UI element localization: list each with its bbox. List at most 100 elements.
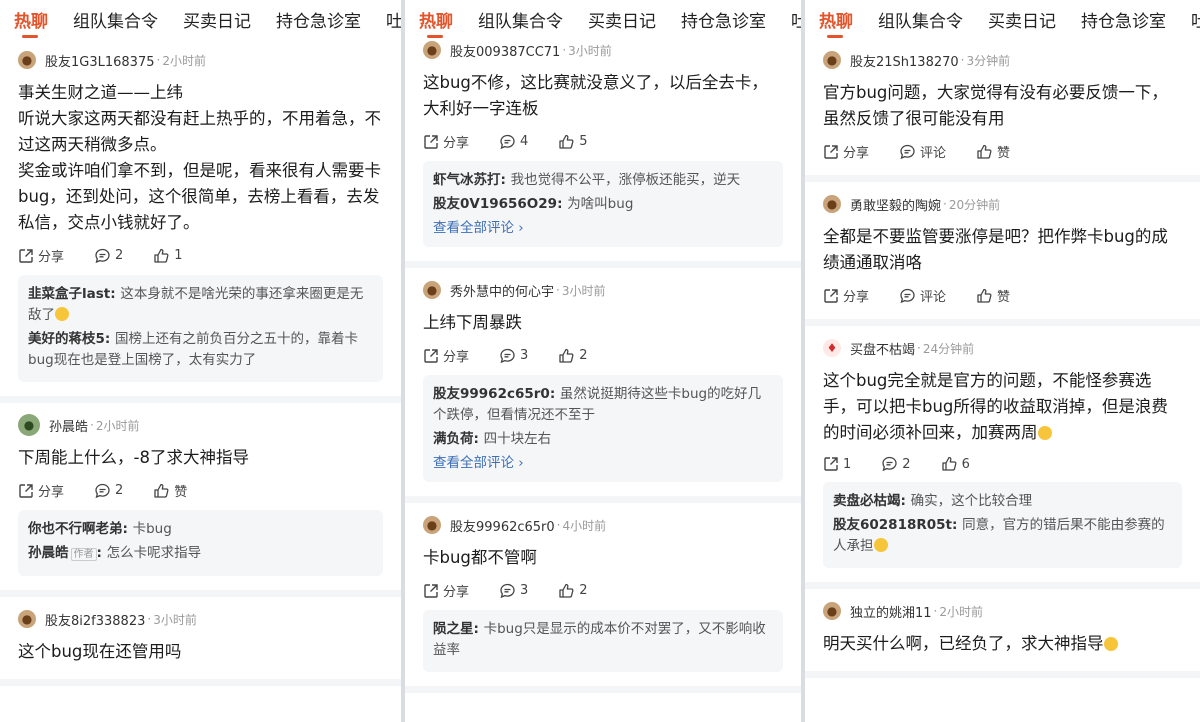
avatar-icon[interactable]: ♦ (823, 339, 841, 357)
share-button[interactable]: 1 (823, 456, 851, 472)
like-button[interactable]: 2 (558, 348, 588, 364)
content-text: 全都是不要监管要涨停是吧？把作弊卡bug的成绩通通取消咯 (823, 227, 1168, 272)
post-actions: 分享 3 2 (423, 346, 783, 365)
like-button[interactable]: 5 (558, 134, 588, 150)
commenter-name[interactable]: 股友602818R05t (833, 517, 952, 533)
avatar-icon[interactable]: ● (423, 41, 441, 59)
commenter-name[interactable]: 股友99962c65r0 (433, 386, 550, 402)
like-button[interactable]: 6 (941, 456, 970, 472)
avatar-icon[interactable]: ● (823, 195, 841, 213)
author-name[interactable]: 勇敢坚毅的陶婉 (850, 195, 941, 214)
comment-button-label: 评论 (920, 146, 947, 161)
comment-button[interactable]: 评论 (899, 142, 946, 161)
post-time: 2小时前 (95, 418, 140, 433)
post-content[interactable]: 事关生财之道——上纬 听说大家这两天都没有赶上热乎的，不用着急，不过这两天稍微多点… (18, 80, 383, 236)
tab-1[interactable]: 组队集合令 (478, 7, 563, 32)
post-content[interactable]: 上纬下周暴跌 (423, 310, 783, 336)
avatar-icon[interactable]: ● (18, 51, 36, 69)
share-icon (423, 583, 443, 599)
avatar-icon[interactable]: ● (423, 516, 441, 534)
thumbs-up-icon (976, 144, 997, 160)
feed-panel-middle: 热聊组队集合令买卖日记持仓急诊室吐槽●股友009387CC71 · 3小时前这b… (405, 0, 801, 722)
tab-4[interactable]: 吐槽 (791, 7, 801, 32)
post-card: ● 独立的姚湘11 · 2小时前 明天买什么啊，已经负了，求大神指导 (805, 589, 1200, 678)
post-content[interactable]: 下周能上什么，-8了求大神指导 (18, 445, 383, 471)
share-button[interactable]: 分享 (18, 246, 64, 265)
post-content[interactable]: 全都是不要监管要涨停是吧？把作弊卡bug的成绩通通取消咯 (823, 224, 1182, 276)
like-button[interactable]: 赞 (153, 481, 187, 500)
commenter-name[interactable]: 美好的蒋枝5 (28, 331, 105, 347)
share-button[interactable]: 分享 (423, 346, 469, 365)
tab-1[interactable]: 组队集合令 (73, 7, 158, 32)
tab-2[interactable]: 买卖日记 (588, 7, 656, 32)
commenter-name[interactable]: 卖盘必枯竭 (833, 493, 901, 509)
post-content[interactable]: 这个bug完全就是官方的问题，不能怪参赛选手，可以把卡bug所得的收益取消掉，但… (823, 368, 1182, 446)
commenter-name[interactable]: 股友0V19656O29 (433, 196, 557, 212)
like-button[interactable]: 赞 (976, 142, 1010, 161)
author-name[interactable]: 股友009387CC71 (450, 41, 560, 60)
comment-button[interactable]: 4 (499, 134, 528, 150)
post-content[interactable]: 这bug不修，这比赛就没意义了，以后全去卡，大利好一字连板 (423, 70, 783, 122)
comment-preview[interactable]: 陨之星: 卡bug只是显示的成本价不对罢了，又不影响收益率 (423, 610, 783, 672)
author-name[interactable]: 股友21Sh138270 (850, 51, 959, 70)
share-button[interactable]: 分享 (823, 142, 869, 161)
post-content[interactable]: 卡bug都不管啊 (423, 545, 783, 571)
tab-1[interactable]: 组队集合令 (878, 7, 963, 32)
commenter-name[interactable]: 孙晨皓 (28, 545, 69, 561)
like-button[interactable]: 赞 (976, 286, 1010, 305)
tab-3[interactable]: 持仓急诊室 (681, 7, 766, 32)
tab-2[interactable]: 买卖日记 (183, 7, 251, 32)
share-button[interactable]: 分享 (823, 286, 869, 305)
author-name[interactable]: 秀外慧中的何心宇 (450, 281, 554, 300)
post-content[interactable]: 明天买什么啊，已经负了，求大神指导 (823, 631, 1182, 657)
tab-4[interactable]: 吐槽 (386, 7, 401, 32)
tab-4[interactable]: 吐槽 (1191, 7, 1200, 32)
avatar-icon[interactable]: ● (823, 602, 841, 620)
avatar-icon[interactable]: ● (423, 281, 441, 299)
commenter-name[interactable]: 韭菜盒子last (28, 286, 110, 302)
tab-0[interactable]: 热聊 (14, 7, 48, 38)
post-content[interactable]: 这个bug现在还管用吗 (18, 639, 383, 665)
comment-preview[interactable]: 你也不行啊老弟: 卡bug 孙晨皓 作者: 怎么卡呢求指导 (18, 510, 383, 576)
view-all-comments-link[interactable]: 查看全部评论 › (433, 218, 773, 239)
tab-3[interactable]: 持仓急诊室 (1081, 7, 1166, 32)
author-name[interactable]: 孙晨皓 (49, 416, 88, 435)
comment-preview[interactable]: 韭菜盒子last: 这本身就不是啥光荣的事还拿来圈更是无敌了 美好的蒋枝5: 国榜… (18, 275, 383, 382)
comment-preview[interactable]: 卖盘必枯竭: 确实，这个比较合理 股友602818R05t: 同意，官方的错后果不… (823, 482, 1182, 568)
thumbs-up-icon (558, 134, 579, 150)
tab-3[interactable]: 持仓急诊室 (276, 7, 361, 32)
tab-2[interactable]: 买卖日记 (988, 7, 1056, 32)
view-all-comments-link[interactable]: 查看全部评论 › (433, 453, 773, 474)
comment-button[interactable]: 2 (881, 456, 911, 472)
comment-preview[interactable]: 股友99962c65r0: 虽然说挺期待这些卡bug的吃好几个跌停，但看情况还不… (423, 375, 783, 482)
commenter-name[interactable]: 陨之星 (433, 621, 474, 637)
comment-button[interactable]: 3 (499, 583, 528, 599)
author-name[interactable]: 股友8i2f338823 (45, 610, 145, 629)
comment-button[interactable]: 2 (94, 483, 123, 499)
post-content[interactable]: 官方bug问题，大家觉得有没有必要反馈一下，虽然反馈了很可能没有用 (823, 80, 1182, 132)
comment-button[interactable]: 3 (499, 348, 528, 364)
author-name[interactable]: 独立的姚湘11 (850, 602, 932, 621)
commenter-name[interactable]: 满负荷 (433, 431, 474, 447)
comment-button[interactable]: 2 (94, 248, 123, 264)
tab-0[interactable]: 热聊 (819, 7, 853, 38)
avatar-icon[interactable]: ● (18, 610, 36, 628)
like-button[interactable]: 1 (153, 248, 183, 264)
share-button[interactable]: 分享 (423, 581, 469, 600)
avatar-icon[interactable]: ● (823, 51, 841, 69)
thumbs-up-icon (941, 456, 962, 472)
avatar-icon[interactable]: ● (18, 414, 40, 436)
comment-button[interactable]: 评论 (899, 286, 946, 305)
tab-bar: 热聊组队集合令买卖日记持仓急诊室吐槽 (0, 0, 401, 38)
commenter-name[interactable]: 虾气冰苏打 (433, 172, 501, 188)
commenter-name[interactable]: 你也不行啊老弟 (28, 521, 123, 537)
author-name[interactable]: 股友99962c65r0 (450, 516, 555, 535)
like-button[interactable]: 2 (558, 583, 588, 599)
author-name[interactable]: 买盘不枯竭 (850, 339, 915, 358)
tab-0[interactable]: 热聊 (419, 7, 453, 38)
share-button[interactable]: 分享 (423, 132, 469, 151)
post-actions: 分享 评论 赞 (823, 142, 1182, 161)
share-button[interactable]: 分享 (18, 481, 64, 500)
author-name[interactable]: 股友1G3L168375 (45, 51, 155, 70)
comment-preview[interactable]: 虾气冰苏打: 我也觉得不公平，涨停板还能买，逆天 股友0V19656O29: 为啥… (423, 161, 783, 247)
